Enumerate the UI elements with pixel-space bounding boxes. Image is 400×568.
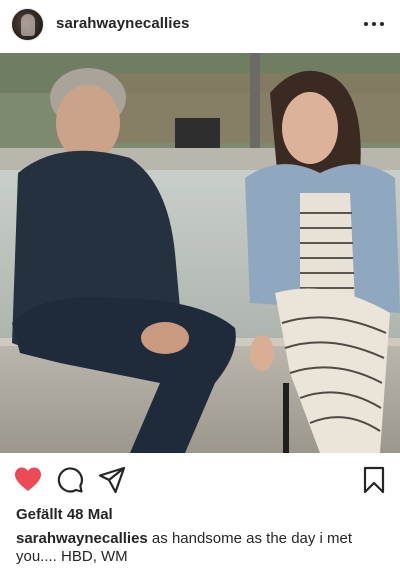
post-username[interactable]: sarahwaynecallies [56,15,189,32]
more-options-icon[interactable] [364,16,384,32]
post-header: sarahwaynecallies [0,0,400,48]
post-actions [0,462,400,498]
bookmark-icon[interactable] [362,466,386,494]
avatar[interactable] [11,8,44,41]
paper-plane-icon[interactable] [98,466,126,494]
heart-icon[interactable] [14,466,42,492]
comment-icon[interactable] [56,466,84,494]
post-caption: sarahwaynecallies as handsome as the day… [16,530,384,566]
likes-count[interactable]: Gefällt 48 Mal [16,506,113,523]
post-photo[interactable] [0,53,400,453]
caption-username[interactable]: sarahwaynecallies [16,530,148,547]
